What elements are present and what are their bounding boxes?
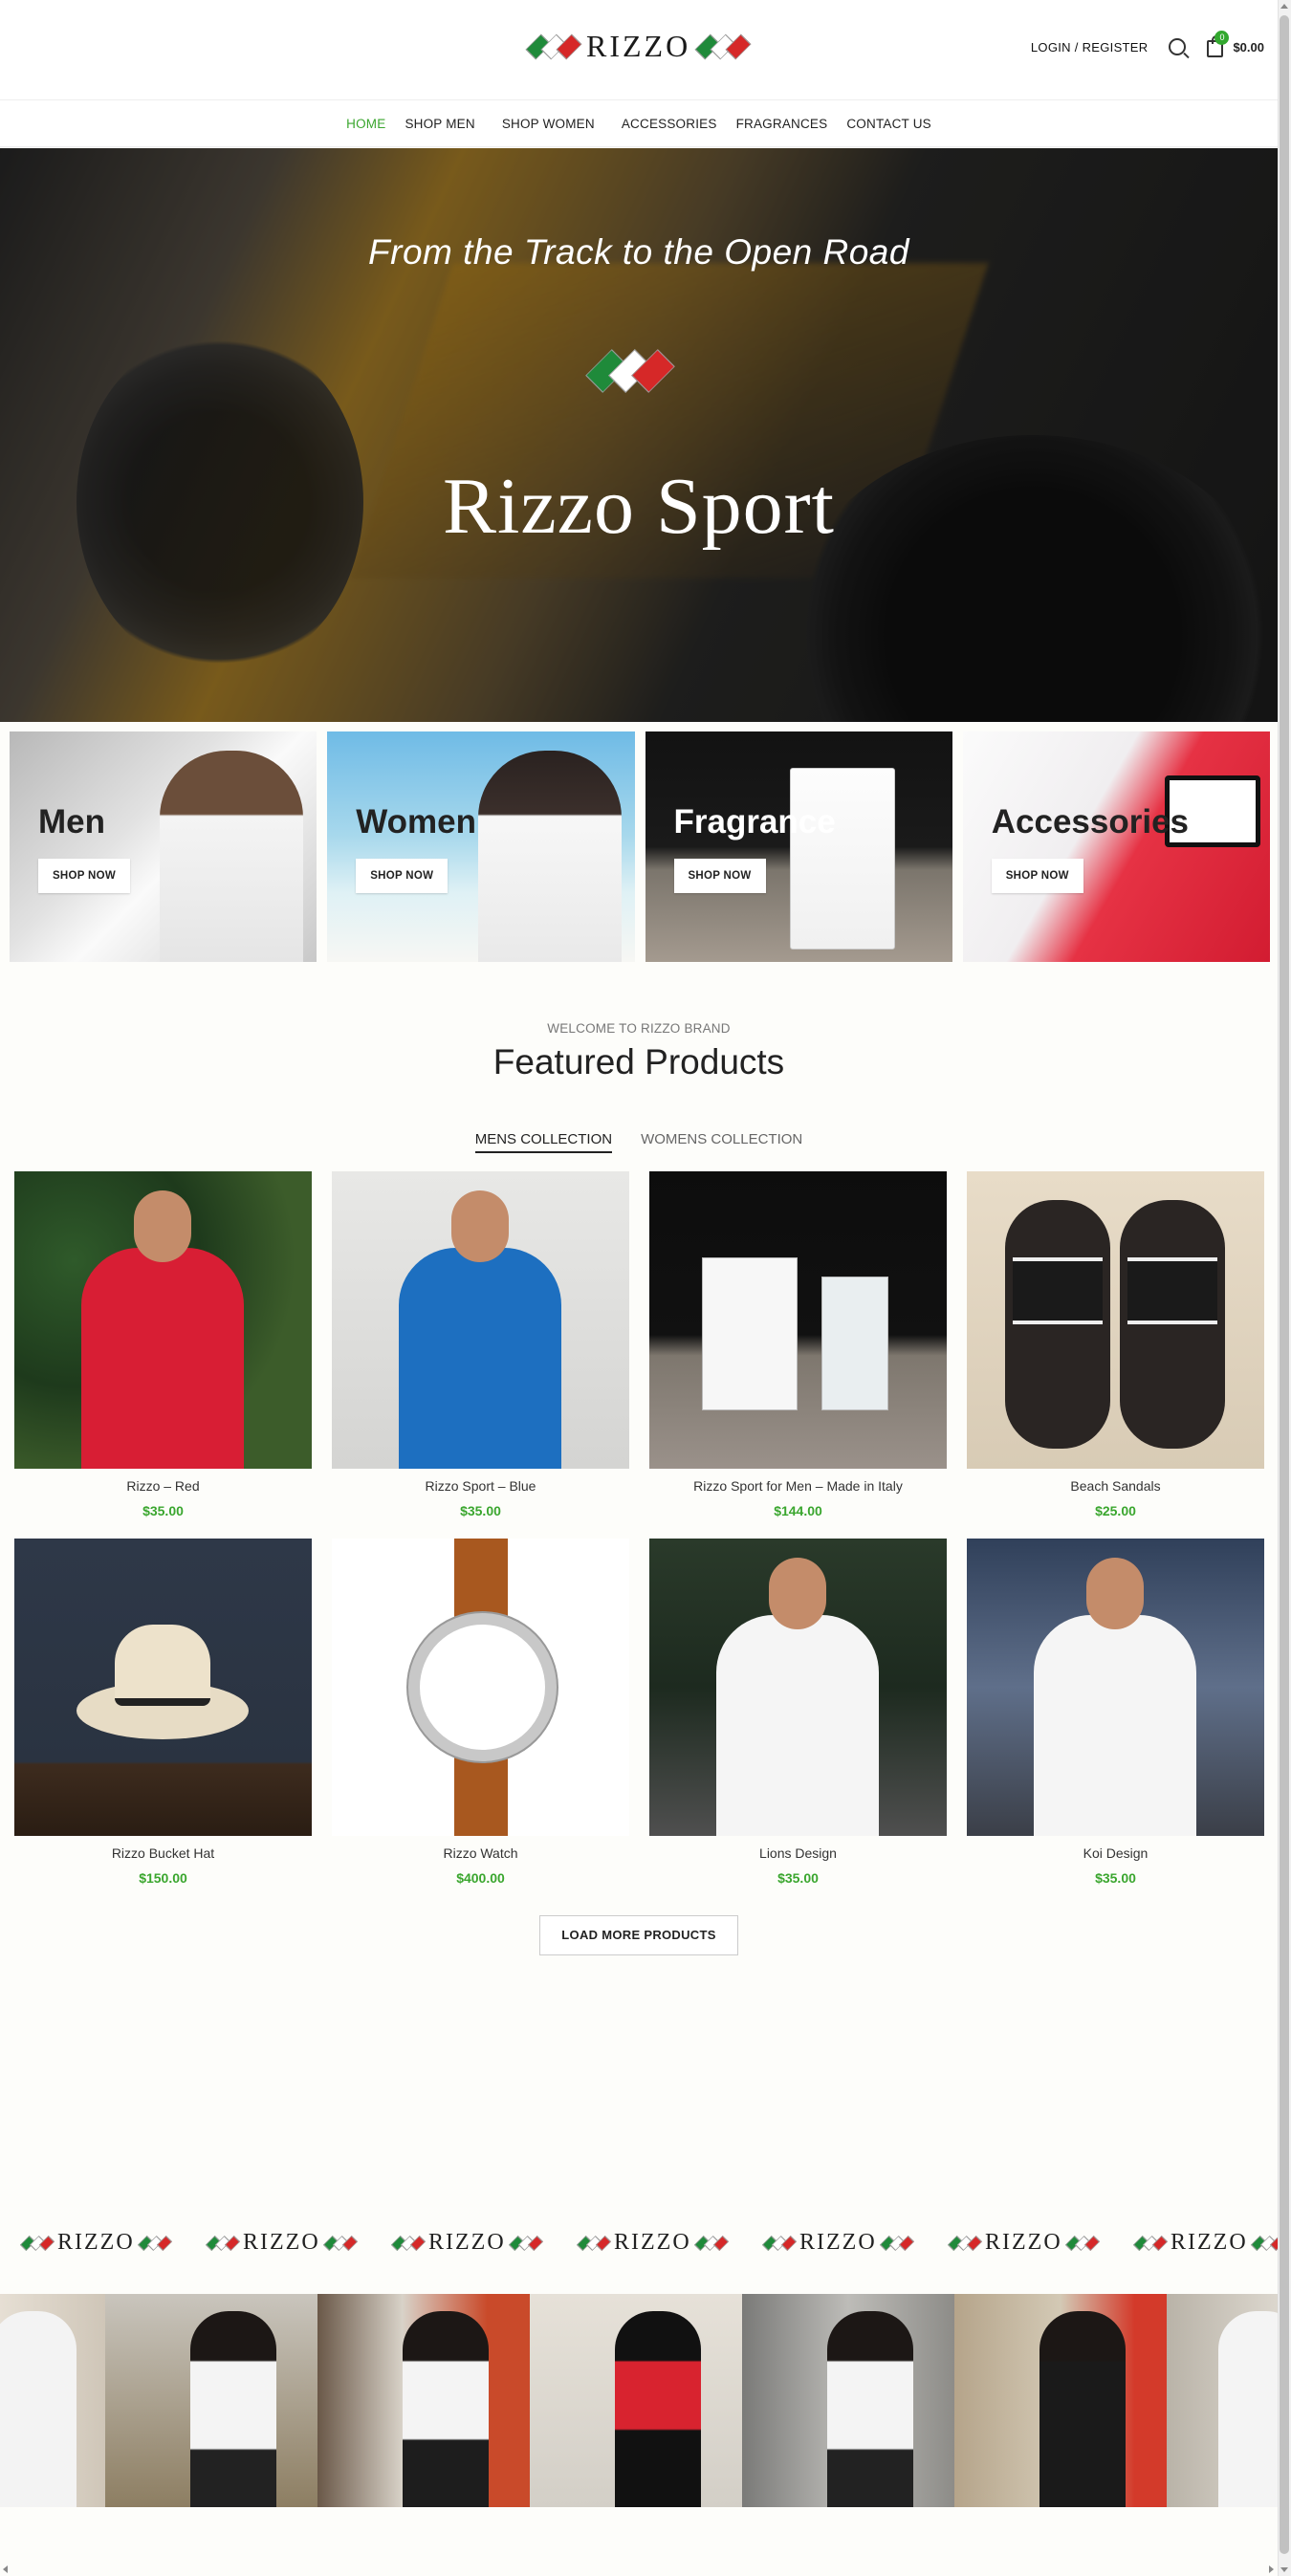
shop-fragrance-button[interactable]: SHOP NOW — [673, 859, 766, 893]
product-card[interactable]: Rizzo – Red $35.00 — [14, 1171, 312, 1539]
site-header: RIZZO LOGIN / REGISTER 0 $0.00 — [0, 0, 1278, 99]
category-image — [160, 751, 304, 962]
product-price: $150.00 — [139, 1870, 187, 1886]
collection-tabs: MENS COLLECTION WOMENS COLLECTION — [0, 1131, 1278, 1153]
gallery-image[interactable] — [105, 2294, 317, 2507]
category-image — [789, 768, 895, 950]
product-card[interactable]: Rizzo Watch $400.00 — [332, 1539, 629, 1906]
category-title: Men — [38, 803, 105, 840]
brand-logo: RIZZO — [761, 2230, 914, 2256]
vertical-scrollbar[interactable] — [1278, 0, 1291, 2576]
product-price: $35.00 — [460, 1503, 501, 1518]
brand-logo: RIZZO — [205, 2230, 358, 2256]
gallery-image[interactable] — [1167, 2294, 1278, 2507]
category-title: Women — [356, 803, 476, 840]
gallery-image[interactable] — [954, 2294, 1167, 2507]
tab-mens-collection[interactable]: MENS COLLECTION — [474, 1131, 613, 1153]
category-women[interactable]: Women SHOP NOW — [327, 731, 635, 962]
product-image[interactable] — [967, 1539, 1264, 1836]
product-image[interactable] — [14, 1539, 312, 1836]
product-card[interactable]: Rizzo Bucket Hat $150.00 — [14, 1539, 312, 1906]
tab-womens-collection[interactable]: WOMENS COLLECTION — [641, 1131, 802, 1153]
product-card[interactable]: Rizzo Sport – Blue $35.00 — [332, 1171, 629, 1539]
product-name[interactable]: Rizzo Sport for Men – Made in Italy — [649, 1478, 947, 1494]
gallery-image[interactable] — [530, 2294, 742, 2507]
category-men[interactable]: Men SHOP NOW — [10, 731, 317, 962]
product-price: $35.00 — [1095, 1870, 1136, 1886]
category-accessories[interactable]: Accessories SHOP NOW — [962, 731, 1270, 962]
product-price: $35.00 — [777, 1870, 819, 1886]
scroll-down-icon[interactable] — [1280, 2567, 1288, 2572]
cart-icon: 0 — [1207, 31, 1230, 57]
hero-title: Rizzo Sport — [443, 462, 835, 551]
brand-logo[interactable]: RIZZO — [525, 29, 752, 64]
product-grid: Rizzo – Red $35.00 Rizzo Sport – Blue $3… — [14, 1171, 1264, 1906]
cart-count-badge: 0 — [1214, 31, 1230, 45]
product-name[interactable]: Koi Design — [967, 1845, 1264, 1861]
product-image[interactable] — [649, 1171, 947, 1469]
product-image[interactable] — [332, 1539, 629, 1836]
featured-title: Featured Products — [492, 1042, 785, 1081]
search-icon[interactable] — [1169, 38, 1187, 55]
product-name[interactable]: Rizzo Sport – Blue — [332, 1478, 629, 1494]
product-card[interactable]: Beach Sandals $25.00 — [967, 1171, 1264, 1539]
product-image[interactable] — [649, 1539, 947, 1836]
category-banners: Men SHOP NOW Women SHOP NOW Fragrance SH… — [10, 731, 1270, 962]
scroll-up-icon[interactable] — [1280, 4, 1288, 9]
brand-logo: RIZZO — [19, 2230, 172, 2256]
product-name[interactable]: Lions Design — [649, 1845, 947, 1861]
login-register-link[interactable]: LOGIN / REGISTER — [1031, 40, 1149, 55]
load-more-button[interactable]: LOAD MORE PRODUCTS — [539, 1915, 738, 1955]
cart-total: $0.00 — [1233, 39, 1264, 55]
category-title: Fragrance — [673, 803, 836, 840]
featured-eyebrow: WELCOME TO RIZZO BRAND — [547, 1021, 731, 1036]
shop-men-button[interactable]: SHOP NOW — [38, 859, 130, 893]
brand-logo: RIZZO — [576, 2230, 729, 2256]
product-image[interactable] — [967, 1171, 1264, 1469]
flag-diamonds-icon — [694, 33, 752, 59]
product-image[interactable] — [14, 1171, 312, 1469]
hero-tagline: From the Track to the Open Road — [368, 232, 909, 272]
nav-accessories[interactable]: ACCESSORIES — [612, 117, 727, 131]
product-card[interactable]: Lions Design $35.00 — [649, 1539, 947, 1906]
nav-shop-men[interactable]: SHOP MEN — [395, 117, 484, 131]
nav-fragrances[interactable]: FRAGRANCES — [727, 117, 838, 131]
product-price: $25.00 — [1095, 1503, 1136, 1518]
shop-women-button[interactable]: SHOP NOW — [356, 859, 449, 893]
scroll-left-icon[interactable] — [3, 2565, 8, 2573]
product-price: $144.00 — [774, 1503, 822, 1518]
gallery-image[interactable] — [742, 2294, 954, 2507]
nav-home[interactable]: HOME — [337, 117, 395, 131]
nav-shop-women[interactable]: SHOP WOMEN — [492, 117, 604, 131]
category-image — [477, 751, 622, 962]
category-fragrance[interactable]: Fragrance SHOP NOW — [645, 731, 952, 962]
shop-accessories-button[interactable]: SHOP NOW — [991, 859, 1083, 893]
product-price: $35.00 — [142, 1503, 184, 1518]
product-name[interactable]: Rizzo Watch — [332, 1845, 629, 1861]
gallery-image[interactable] — [317, 2294, 530, 2507]
product-name[interactable]: Beach Sandals — [967, 1478, 1264, 1494]
scroll-right-icon[interactable] — [1269, 2565, 1274, 2573]
scrollbar-thumb[interactable] — [1280, 15, 1289, 2554]
category-title: Accessories — [991, 803, 1190, 840]
product-price: $400.00 — [456, 1870, 505, 1886]
product-card[interactable]: Koi Design $35.00 — [967, 1539, 1264, 1906]
product-name[interactable]: Rizzo Bucket Hat — [14, 1845, 312, 1861]
flag-diamonds-icon — [525, 33, 582, 59]
product-name[interactable]: Rizzo – Red — [14, 1478, 312, 1494]
gallery-image[interactable] — [0, 2294, 105, 2507]
brand-logo: RIZZO — [1132, 2230, 1278, 2256]
product-image[interactable] — [332, 1171, 629, 1469]
hero-banner: From the Track to the Open Road Rizzo Sp… — [0, 148, 1278, 722]
brand-logo: RIZZO — [390, 2230, 543, 2256]
instagram-gallery — [0, 2294, 1278, 2507]
flag-diamonds-icon — [585, 349, 675, 393]
main-nav: HOME SHOP MEN SHOP WOMEN ACCESSORIES FRA… — [0, 99, 1278, 147]
brand-logo-strip: RIZZO RIZZO RIZZO RIZZO RIZZO RIZZO RIZZ… — [0, 2230, 1278, 2270]
cart-button[interactable]: 0 $0.00 — [1207, 31, 1264, 57]
brand-logo: RIZZO — [947, 2230, 1100, 2256]
brand-name: RIZZO — [586, 29, 691, 63]
nav-contact-us[interactable]: CONTACT US — [837, 117, 941, 131]
product-card[interactable]: Rizzo Sport for Men – Made in Italy $144… — [649, 1171, 947, 1539]
